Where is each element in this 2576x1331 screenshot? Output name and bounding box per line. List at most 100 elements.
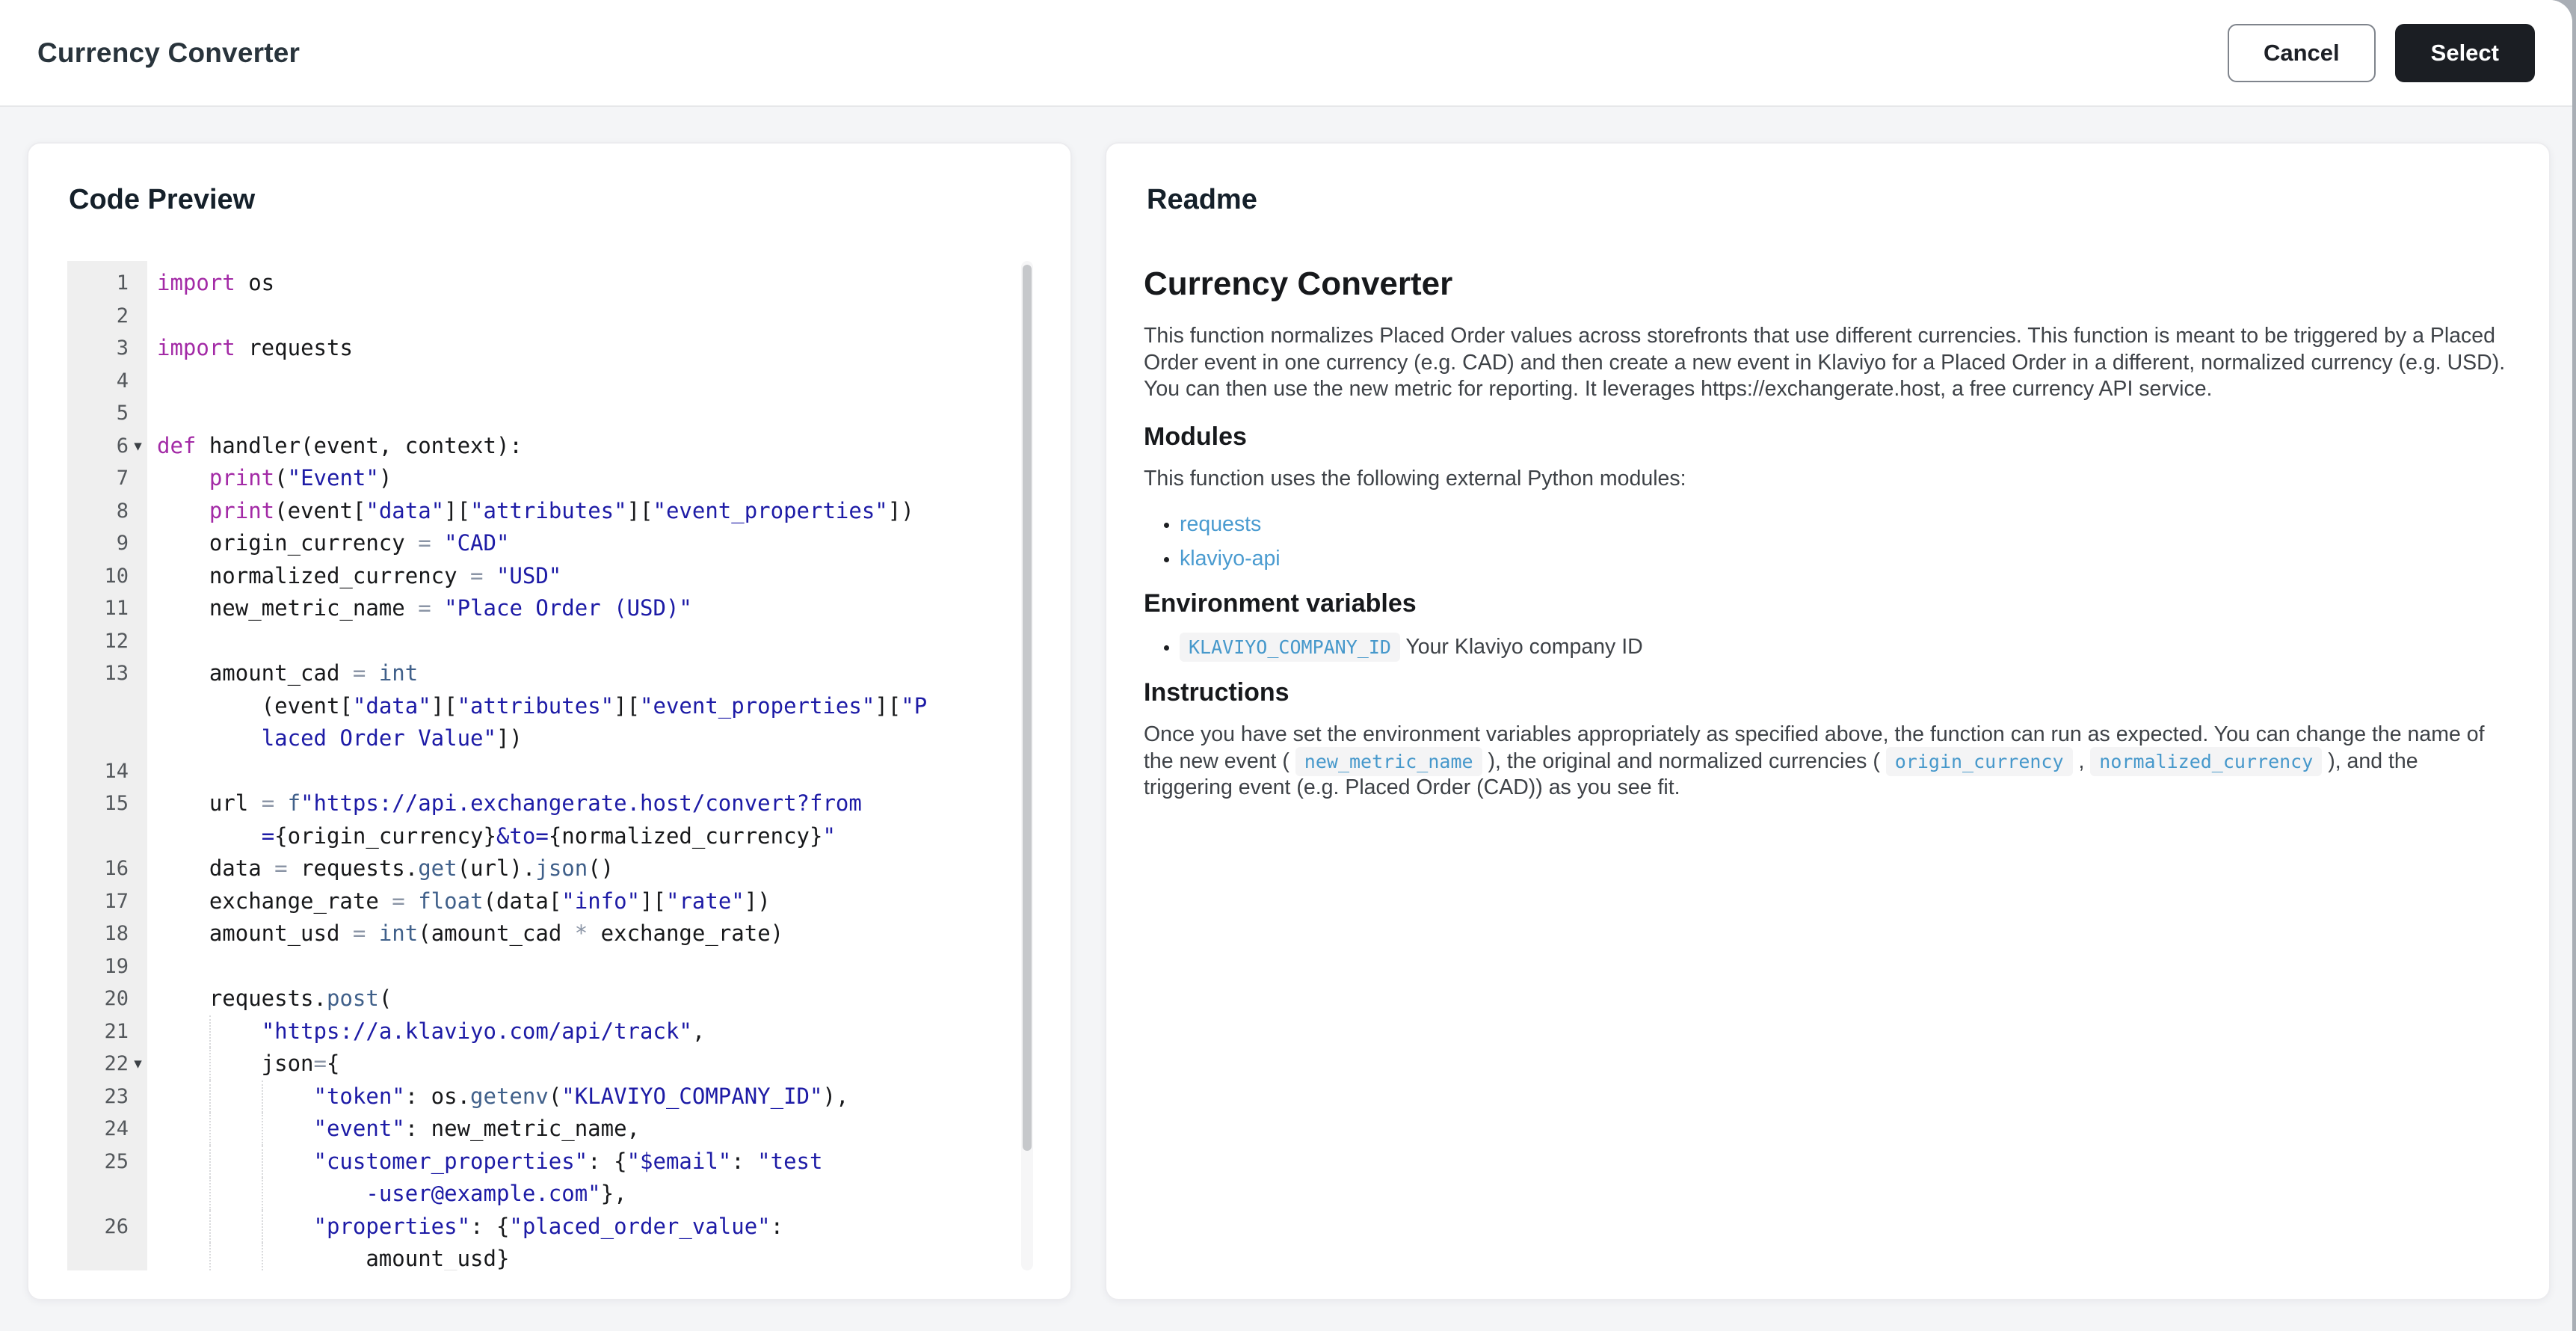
code-line: 7 print("Event") (67, 462, 1020, 495)
line-number: 25 (104, 1149, 129, 1173)
line-number: 6 (116, 434, 129, 458)
readme-paragraph: This function uses the following externa… (1144, 466, 2507, 493)
line-number: 4 (116, 369, 129, 393)
code-line: 21 "https://a.klaviyo.com/api/track", (67, 1015, 1020, 1048)
inline-code: KLAVIYO_COMPANY_ID (1180, 633, 1400, 662)
code-line: 23 "token": os.getenv("KLAVIYO_COMPANY_I… (67, 1080, 1020, 1113)
code-line-text (147, 755, 1020, 788)
code-line: 3 import requests (67, 332, 1020, 365)
list-item: KLAVIYO_COMPANY_ID Your Klaviyo company … (1180, 633, 2507, 662)
dialog-title: Currency Converter (37, 37, 301, 68)
code-rows: 1 import os 2 3 import requests 4 5 6 ▾ def handl… (67, 267, 1020, 1270)
list-item: requests (1180, 510, 2507, 538)
dialog-header: Currency Converter Cancel Select (0, 0, 2572, 107)
code-editor[interactable]: 1 import os 2 3 import requests 4 5 6 ▾ def handl… (67, 261, 1033, 1270)
line-number (67, 1178, 129, 1211)
code-line: (event["data"]["attributes"]["event_prop… (67, 690, 1020, 723)
code-line: 19 (67, 950, 1020, 983)
code-line-text: "properties": {"placed_order_value": (147, 1210, 1020, 1244)
code-line-text: url = f"https://api.exchangerate.host/co… (157, 790, 862, 816)
paragraph-text: , (2072, 749, 2091, 773)
code-line-text: laced Order Value"]) (261, 725, 523, 751)
code-line-text: import os (157, 270, 275, 295)
line-number: 24 (104, 1117, 129, 1140)
fold-arrow-icon[interactable]: ▾ (129, 430, 147, 463)
line-number: 16 (104, 857, 129, 880)
scrollbar-thumb[interactable] (1023, 265, 1032, 1151)
code-line: 16 data = requests.get(url).json() (67, 852, 1020, 885)
line-number: 20 (104, 987, 129, 1010)
code-line: 14 (67, 755, 1020, 788)
fold-arrow-icon[interactable]: ▾ (129, 1048, 147, 1081)
module-link[interactable]: klaviyo-api (1180, 547, 1281, 571)
module-link[interactable]: requests (1180, 512, 1261, 536)
line-number: 9 (116, 532, 129, 555)
line-number: 3 (116, 336, 129, 360)
code-line-text: new_metric_name = "Place Order (USD)" (157, 595, 692, 621)
code-line-text: (event["data"]["attributes"]["event_prop… (157, 692, 928, 719)
code-preview-title: Code Preview (69, 184, 256, 215)
code-line-text (147, 625, 1020, 658)
code-line: 18 amount_usd = int(amount_cad * exchang… (67, 917, 1020, 950)
line-number: 26 (104, 1214, 129, 1238)
line-number (67, 690, 129, 723)
cancel-button[interactable]: Cancel (2227, 23, 2376, 82)
header-actions: Cancel Select (2227, 23, 2535, 82)
code-line: 22 ▾ json={ (67, 1048, 1020, 1081)
line-number: 1 (116, 271, 129, 295)
code-line: 17 exchange_rate = float(data["info"]["r… (67, 885, 1020, 918)
code-line: 9 origin_currency = "CAD" (67, 527, 1020, 560)
line-number: 12 (104, 629, 129, 653)
readme-panel: Readme Currency Converter This function n… (1105, 142, 2551, 1300)
inline-code: origin_currency (1885, 746, 2073, 776)
code-line-text: print("Event") (209, 465, 392, 491)
code-line-text: "token": os.getenv("KLAVIYO_COMPANY_ID")… (147, 1080, 1020, 1113)
code-line-text: ={origin_currency}&to={normalized_curren… (261, 823, 836, 849)
line-number: 11 (104, 597, 129, 620)
code-line: 26 "properties": {"placed_order_value": (67, 1210, 1020, 1244)
function-select-dialog: Currency Converter Cancel Select Code Pr… (0, 0, 2572, 1331)
line-number: 15 (104, 792, 129, 815)
readme-list: KLAVIYO_COMPANY_ID Your Klaviyo company … (1144, 633, 2507, 662)
code-line: 6 ▾ def handler(event, context): (67, 430, 1020, 463)
code-line: 12 (67, 625, 1020, 658)
code-preview-panel: Code Preview 1 import os 2 3 import requests… (27, 142, 1072, 1300)
readme-heading: Currency Converter (1144, 265, 1453, 302)
code-line: laced Order Value"]) (67, 722, 1020, 755)
code-line: 5 (67, 397, 1020, 430)
readme-title: Readme (1147, 184, 1257, 215)
code-line-text: def handler(event, context): (157, 432, 523, 458)
code-line: 11 new_metric_name = "Place Order (USD)" (67, 592, 1020, 625)
line-number: 13 (104, 662, 129, 685)
line-number: 5 (116, 402, 129, 425)
editor-scrollbar[interactable] (1021, 261, 1033, 1270)
select-button[interactable]: Select (2394, 23, 2535, 82)
code-line: 8 print(event["data"]["attributes"]["eve… (67, 495, 1020, 528)
readme-heading: Instructions (1144, 678, 1289, 707)
list-item-text: Your Klaviyo company ID (1399, 635, 1643, 659)
code-line-text: amount_usd = int(amount_cad * exchange_r… (157, 920, 784, 946)
line-number: 7 (116, 467, 129, 490)
line-number: 22 (104, 1052, 129, 1075)
inline-code: new_metric_name (1295, 746, 1482, 776)
